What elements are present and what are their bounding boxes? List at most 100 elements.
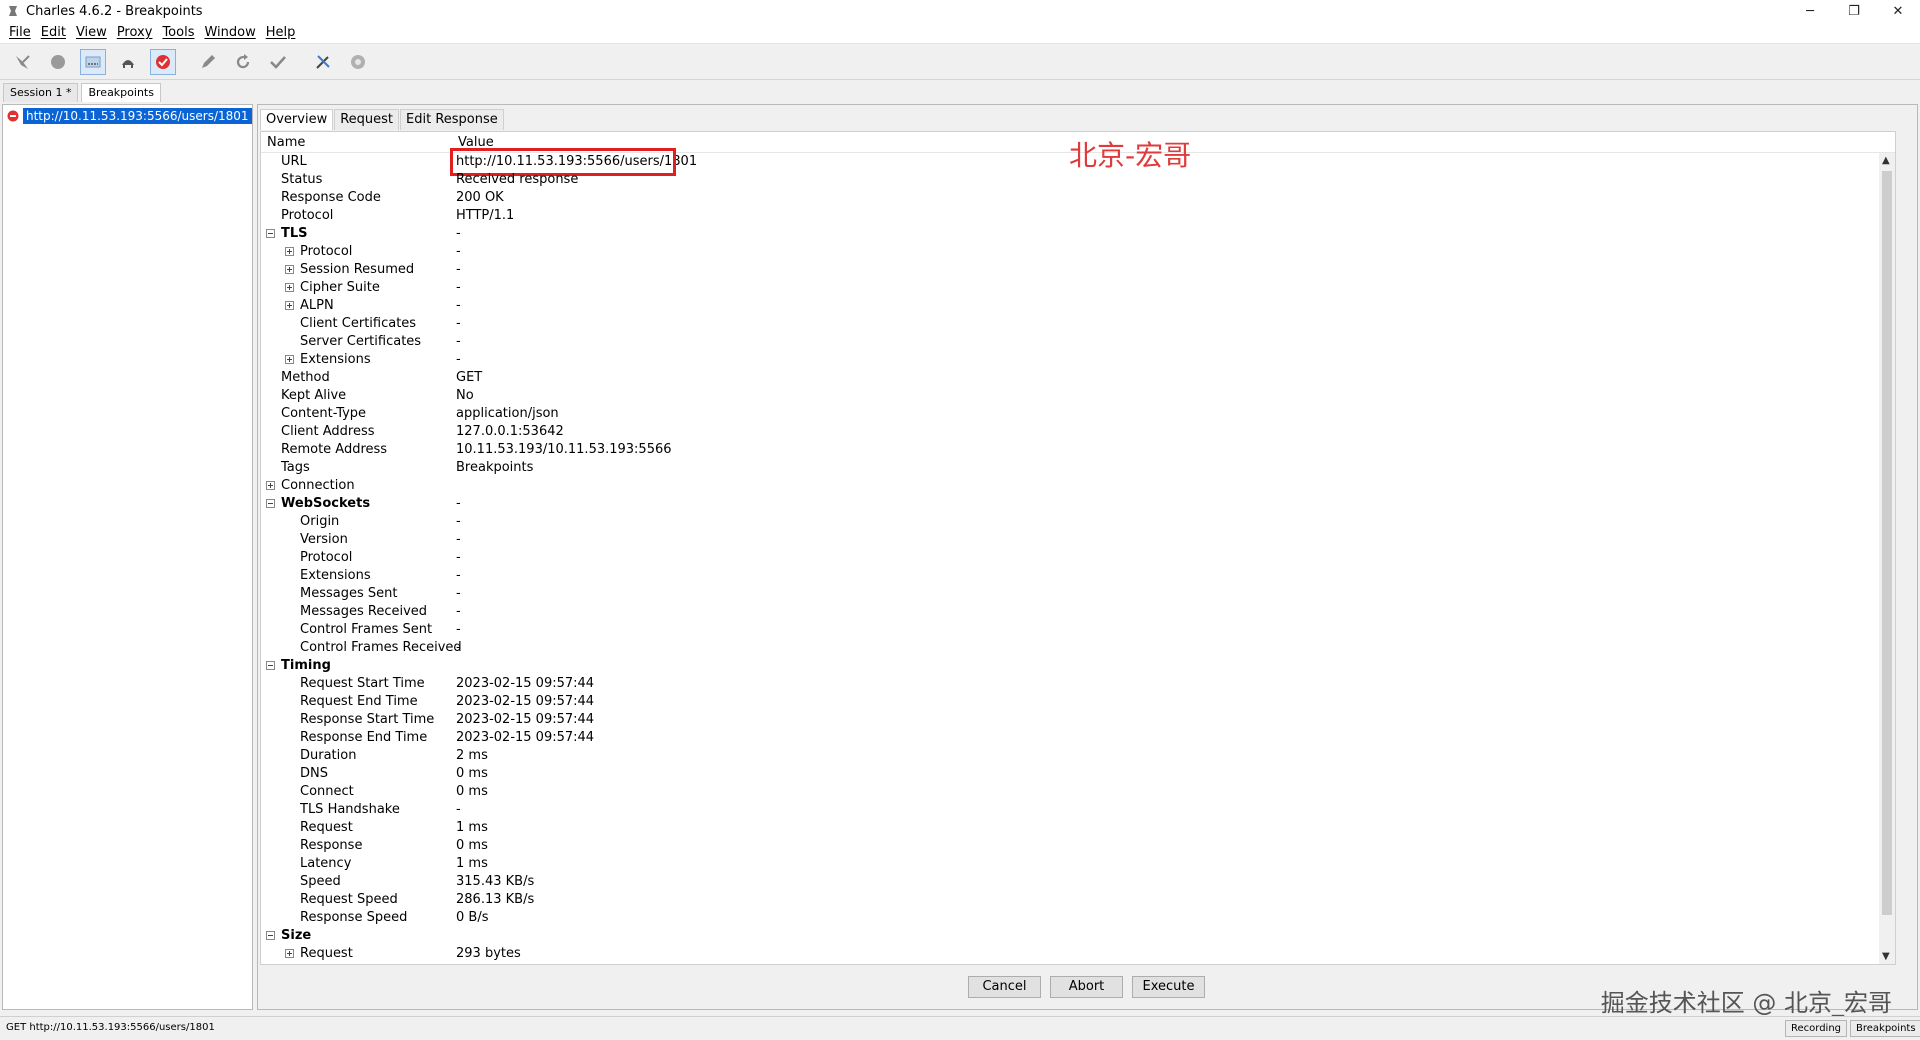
menu-view[interactable]: View: [71, 25, 112, 40]
table-row[interactable]: Method GET: [261, 369, 1895, 387]
table-row[interactable]: Speed 315.43 KB/s: [261, 873, 1895, 891]
breakpoint-stop-icon: [7, 110, 19, 122]
tree-item-breakpoint[interactable]: http://10.11.53.193:5566/users/1801: [7, 108, 252, 124]
table-row[interactable]: Size: [261, 927, 1895, 945]
scroll-up-icon[interactable]: ▲: [1882, 155, 1890, 166]
watermark-text: 掘金技术社区 @ 北京_宏哥: [1600, 989, 1892, 1017]
table-row[interactable]: Extensions -: [261, 567, 1895, 585]
table-row[interactable]: Response Speed 0 B/s: [261, 909, 1895, 927]
tab-edit-response[interactable]: Edit Response: [400, 109, 504, 130]
tools-button[interactable]: [310, 49, 336, 75]
tab-breakpoints[interactable]: Breakpoints: [81, 83, 161, 102]
table-row[interactable]: Connect 0 ms: [261, 783, 1895, 801]
scrollbar-thumb[interactable]: [1882, 171, 1892, 915]
table-row[interactable]: Server Certificates -: [261, 333, 1895, 351]
table-row[interactable]: Latency 1 ms: [261, 855, 1895, 873]
repeat-button[interactable]: [230, 49, 256, 75]
execute-button[interactable]: Execute: [1132, 976, 1205, 998]
table-row[interactable]: Content-Type application/json: [261, 405, 1895, 423]
table-row[interactable]: Remote Address 10.11.53.193/10.11.53.193:…: [261, 441, 1895, 459]
table-row[interactable]: Origin -: [261, 513, 1895, 531]
throttle-button[interactable]: [80, 48, 106, 75]
table-row[interactable]: Request End Time 2023-02-15 09:57:44: [261, 693, 1895, 711]
broom-button[interactable]: [10, 49, 36, 75]
menu-bar: File Edit View Proxy Tools Window Help: [0, 22, 1920, 44]
expand-icon[interactable]: [285, 301, 294, 310]
table-row[interactable]: Protocol HTTP/1.1: [261, 207, 1895, 225]
menu-tools[interactable]: Tools: [157, 25, 199, 40]
table-row[interactable]: Duration 2 ms: [261, 747, 1895, 765]
breakpoints-status[interactable]: Breakpoints: [1850, 1020, 1920, 1037]
collapse-icon[interactable]: [266, 499, 275, 508]
minimize-button[interactable]: ─: [1788, 0, 1832, 22]
table-row[interactable]: Response 0 ms: [261, 837, 1895, 855]
menu-help[interactable]: Help: [261, 25, 301, 40]
compose-button[interactable]: [195, 49, 221, 75]
table-row[interactable]: Kept Alive No: [261, 387, 1895, 405]
record-button[interactable]: [45, 49, 71, 75]
collapse-icon[interactable]: [266, 931, 275, 940]
menu-window[interactable]: Window: [199, 25, 260, 40]
table-row[interactable]: Client Certificates -: [261, 315, 1895, 333]
table-row[interactable]: Extensions -: [261, 351, 1895, 369]
column-header-name[interactable]: Name: [267, 135, 305, 150]
table-row[interactable]: TLS Handshake -: [261, 801, 1895, 819]
scroll-down-icon[interactable]: ▼: [1882, 951, 1890, 962]
turtle-button[interactable]: [115, 49, 141, 75]
table-row[interactable]: Response Code 200 OK: [261, 189, 1895, 207]
table-row[interactable]: Request 1 ms: [261, 819, 1895, 837]
tab-overview[interactable]: Overview: [260, 109, 334, 130]
restore-button[interactable]: ❐: [1832, 0, 1876, 22]
close-button[interactable]: ✕: [1876, 0, 1920, 22]
turtle-icon: [122, 59, 134, 68]
table-row[interactable]: Protocol -: [261, 549, 1895, 567]
table-row[interactable]: Version -: [261, 531, 1895, 549]
table-row[interactable]: WebSockets -: [261, 495, 1895, 513]
annotation-label: 北京-宏哥: [1069, 139, 1192, 172]
table-row[interactable]: Control Frames Received -: [261, 639, 1895, 657]
menu-proxy[interactable]: Proxy: [112, 25, 158, 40]
tab-request[interactable]: Request: [334, 109, 400, 130]
menu-file[interactable]: File: [4, 25, 36, 40]
expand-icon[interactable]: [285, 949, 294, 958]
table-row[interactable]: TLS -: [261, 225, 1895, 243]
table-row[interactable]: Tags Breakpoints: [261, 459, 1895, 477]
table-row[interactable]: ALPN -: [261, 297, 1895, 315]
table-row[interactable]: Session Resumed -: [261, 261, 1895, 279]
recording-status[interactable]: Recording: [1785, 1020, 1848, 1037]
tab-session-1[interactable]: Session 1 *: [3, 83, 79, 102]
vertical-scrollbar[interactable]: ▲ ▼: [1879, 153, 1895, 964]
collapse-icon[interactable]: [266, 229, 275, 238]
table-row[interactable]: Response End Time 2023-02-15 09:57:44: [261, 729, 1895, 747]
table-rows: URL http://10.11.53.193:5566/users/1801 S…: [261, 148, 1895, 963]
table-row[interactable]: Request 293 bytes: [261, 945, 1895, 963]
cancel-button[interactable]: Cancel: [968, 976, 1041, 998]
table-row[interactable]: Response Start Time 2023-02-15 09:57:44: [261, 711, 1895, 729]
table-row[interactable]: Protocol -: [261, 243, 1895, 261]
table-row[interactable]: Control Frames Sent -: [261, 621, 1895, 639]
charles-app-icon: [9, 6, 17, 16]
broom-icon: [16, 54, 30, 69]
detail-pane: Overview Request Edit Response Name Valu…: [257, 104, 1918, 1010]
table-row[interactable]: Connection: [261, 477, 1895, 495]
table-row[interactable]: Client Address 127.0.0.1:53642: [261, 423, 1895, 441]
table-row[interactable]: Request Start Time 2023-02-15 09:57:44: [261, 675, 1895, 693]
expand-icon[interactable]: [285, 355, 294, 364]
table-row[interactable]: Cipher Suite -: [261, 279, 1895, 297]
expand-icon[interactable]: [285, 265, 294, 274]
table-row[interactable]: Messages Received -: [261, 603, 1895, 621]
menu-edit[interactable]: Edit: [36, 25, 71, 40]
breakpoint-button[interactable]: [150, 48, 176, 75]
expand-icon[interactable]: [285, 247, 294, 256]
abort-button[interactable]: Abort: [1050, 976, 1123, 998]
tree-item-url[interactable]: http://10.11.53.193:5566/users/1801: [23, 108, 252, 124]
expand-icon[interactable]: [285, 283, 294, 292]
collapse-icon[interactable]: [266, 661, 275, 670]
table-row[interactable]: Messages Sent -: [261, 585, 1895, 603]
table-row[interactable]: Timing: [261, 657, 1895, 675]
table-row[interactable]: Request Speed 286.13 KB/s: [261, 891, 1895, 909]
validate-button[interactable]: [265, 49, 291, 75]
table-row[interactable]: DNS 0 ms: [261, 765, 1895, 783]
settings-button[interactable]: [345, 49, 371, 75]
expand-icon[interactable]: [266, 481, 275, 490]
